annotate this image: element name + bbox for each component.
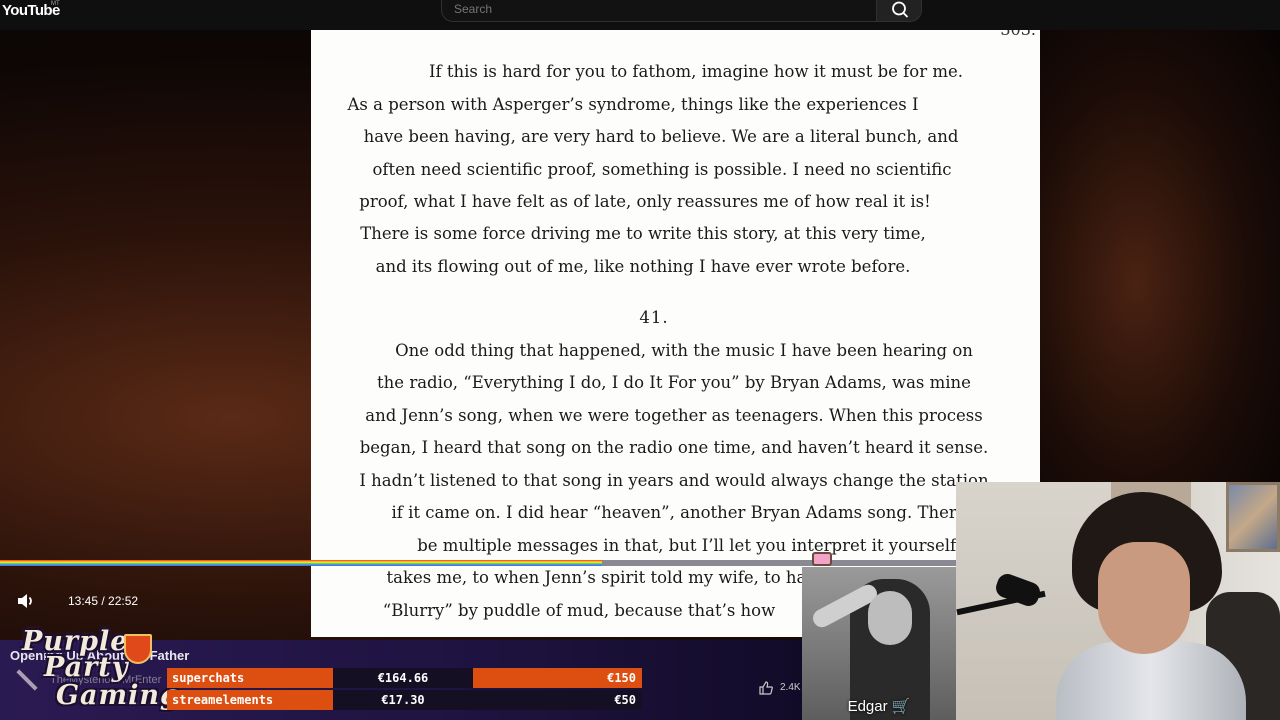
progress-scrubber-icon[interactable] [812, 552, 832, 566]
donor-name: Edgar 🛒 [847, 698, 911, 715]
like-count: 2.4K [780, 682, 801, 693]
book-line: If this is hard for you to fathom, imagi… [429, 62, 963, 81]
donor-image-head [868, 591, 912, 645]
book-page: 303. If this is hard for you to fathom, … [311, 30, 1040, 637]
superchats-label: superchats [167, 668, 333, 688]
volume-icon[interactable] [16, 592, 36, 610]
webcam-streamer-face [1098, 542, 1190, 654]
streamelements-goal: €50 [473, 690, 642, 710]
book-line: often need scientific proof, something i… [372, 160, 952, 179]
logo-word: Party [44, 652, 129, 683]
book-line: As a person with Asperger’s syndrome, th… [347, 95, 919, 114]
video-background-right [1040, 30, 1280, 490]
donor-alert: Edgar 🛒 [802, 567, 956, 720]
webcam-painting [1226, 482, 1280, 552]
book-line: and Jenn’s song, when we were together a… [365, 406, 983, 425]
video-player[interactable]: YouTube MT 303. If this is hard for you … [0, 0, 1280, 720]
webcam-streamer-body [1056, 642, 1246, 720]
superchats-goal: €150 [473, 668, 642, 688]
top-bar: YouTube MT [0, 0, 1280, 30]
search-icon [892, 1, 909, 18]
thumbs-up-icon[interactable] [758, 680, 774, 696]
book-line: I hadn’t listened to that song in years … [359, 471, 989, 490]
book-line: if it came on. I did hear “heaven”, anot… [391, 503, 967, 522]
book-line: have been having, are very hard to belie… [363, 127, 959, 146]
page-number: 303. [1000, 30, 1036, 39]
search-input[interactable] [454, 2, 854, 16]
book-line: One odd thing that happened, with the mu… [395, 341, 973, 360]
book-line: and its flowing out of me, like nothing … [375, 257, 911, 276]
superchats-row: superchats €164.66 €150 [167, 668, 642, 688]
pickaxe-icon [16, 669, 38, 691]
time-display: 13:45 / 22:52 [68, 594, 139, 608]
search-button[interactable] [876, 0, 922, 22]
streamelements-label: streamelements [167, 690, 333, 710]
book-line: proof, what I have felt as of late, only… [359, 192, 931, 211]
logo-word: Gaming [56, 680, 180, 711]
shield-icon [124, 634, 152, 664]
progress-fill [0, 560, 603, 566]
book-line: the radio, “Everything I do, I do It For… [377, 373, 971, 392]
book-line: There is some force driving me to write … [360, 224, 926, 243]
logo-country-code: MT [51, 1, 60, 7]
book-line: be multiple messages in that, but I’ll l… [417, 536, 961, 555]
streamelements-total: €17.30 [333, 690, 473, 710]
section-number: 41. [639, 308, 669, 327]
purple-party-gaming-logo: Purple Party Gaming [6, 626, 179, 716]
search-box[interactable] [441, 0, 877, 22]
book-line: began, I heard that song on the radio on… [359, 438, 989, 457]
superchats-total: €164.66 [333, 668, 473, 688]
streamelements-row: streamelements €17.30 €50 [167, 690, 642, 710]
webcam-feed [956, 482, 1280, 720]
